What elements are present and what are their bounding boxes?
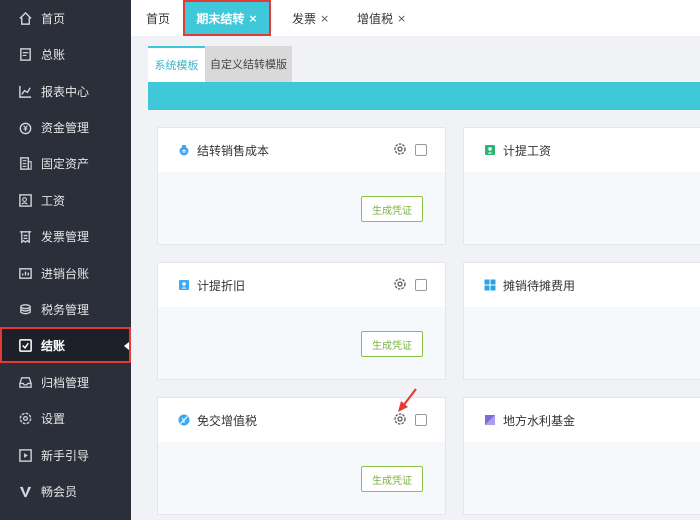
sidebar-item-label: 进销台账 bbox=[41, 266, 90, 281]
sidebar-item-label: 资金管理 bbox=[41, 120, 90, 135]
sidebar-item-funds[interactable]: 资金管理 bbox=[0, 109, 131, 145]
cost-icon bbox=[178, 144, 190, 156]
sidebar-item-archive[interactable]: 归档管理 bbox=[0, 364, 131, 400]
close-icon[interactable]: × bbox=[320, 12, 329, 25]
sidebar-item-reports[interactable]: 报表中心 bbox=[0, 73, 131, 109]
tab-label: 系统模板 bbox=[154, 59, 199, 72]
generate-voucher-button[interactable]: 生成凭证 bbox=[361, 466, 423, 492]
gear-icon[interactable] bbox=[393, 142, 407, 156]
sidebar-item-label: 发票管理 bbox=[41, 229, 90, 244]
generate-voucher-button[interactable]: 生成凭证 bbox=[361, 196, 423, 222]
card-title: 免交增值税 bbox=[197, 413, 258, 428]
sidebar-item-tax[interactable]: 税务管理 bbox=[0, 291, 131, 327]
annotation-arrow-icon bbox=[398, 388, 417, 412]
sidebar-item-label: 新手引导 bbox=[41, 448, 90, 463]
closing-icon bbox=[17, 337, 33, 353]
home-icon bbox=[17, 10, 33, 26]
sidebar-item-vip[interactable]: 畅会员 bbox=[0, 473, 131, 509]
tab-home[interactable]: 首页 bbox=[146, 0, 170, 36]
tab-label: 发票 bbox=[292, 11, 317, 26]
archive-icon bbox=[17, 374, 33, 390]
tab-system-template[interactable]: 系统模板 bbox=[148, 46, 205, 82]
card-title: 摊销待摊费用 bbox=[503, 278, 576, 293]
salary-icon bbox=[17, 192, 33, 208]
sidebar-item-closing[interactable]: 结账 bbox=[0, 327, 131, 363]
tab-vat[interactable]: 增值税 × bbox=[357, 0, 406, 36]
sidebar-item-salary[interactable]: 工资 bbox=[0, 182, 131, 218]
card-water-fund: 地方水利基金 bbox=[463, 397, 700, 515]
register-icon bbox=[17, 265, 33, 281]
sidebar-item-purchase-sales[interactable]: 进销台账 bbox=[0, 255, 131, 291]
active-caret-icon bbox=[124, 342, 129, 350]
select-checkbox[interactable] bbox=[415, 279, 427, 291]
card-accrued-salary: 计提工资 bbox=[463, 127, 700, 245]
sidebar-item-label: 税务管理 bbox=[41, 302, 90, 317]
sidebar: 首页 总账 报表中心 资金管理 固定资产 工资 发票管理 进销台账 税务管理 结… bbox=[0, 0, 131, 520]
tab-period-end[interactable]: 期末结转 × bbox=[183, 0, 271, 36]
generate-voucher-button[interactable]: 生成凭证 bbox=[361, 331, 423, 357]
sidebar-item-home[interactable]: 首页 bbox=[0, 0, 131, 36]
tab-label: 自定义结转模版 bbox=[210, 58, 287, 71]
sidebar-item-label: 固定资产 bbox=[41, 156, 90, 171]
tab-custom-template[interactable]: 自定义结转模版 bbox=[205, 46, 292, 82]
card-title: 地方水利基金 bbox=[503, 413, 576, 428]
card-title: 计提折旧 bbox=[197, 278, 246, 293]
play-icon bbox=[17, 447, 33, 463]
close-icon[interactable]: × bbox=[248, 12, 257, 25]
chart-icon bbox=[17, 83, 33, 99]
tax-icon bbox=[17, 301, 33, 317]
sidebar-item-label: 工资 bbox=[41, 193, 66, 208]
tab-label: 首页 bbox=[146, 11, 171, 26]
ledger-icon bbox=[17, 46, 33, 62]
sidebar-item-label: 结账 bbox=[41, 338, 66, 353]
salary-icon bbox=[484, 144, 496, 156]
grid-icon bbox=[484, 279, 496, 291]
close-icon[interactable]: × bbox=[397, 12, 406, 25]
sidebar-item-label: 总账 bbox=[41, 47, 66, 62]
sidebar-item-invoice-mgmt[interactable]: 发票管理 bbox=[0, 218, 131, 254]
template-banner bbox=[148, 82, 700, 110]
sidebar-item-label: 归档管理 bbox=[41, 375, 90, 390]
gear-icon bbox=[17, 410, 33, 426]
select-checkbox[interactable] bbox=[415, 144, 427, 156]
vip-icon bbox=[17, 483, 33, 499]
sidebar-item-fixed-assets[interactable]: 固定资产 bbox=[0, 145, 131, 181]
card-amortization: 摊销待摊费用 bbox=[463, 262, 700, 380]
sidebar-item-ledger[interactable]: 总账 bbox=[0, 36, 131, 72]
card-title: 结转销售成本 bbox=[197, 143, 270, 158]
card-title: 计提工资 bbox=[503, 143, 552, 158]
invoice-icon bbox=[17, 228, 33, 244]
sidebar-item-settings[interactable]: 设置 bbox=[0, 400, 131, 436]
sidebar-item-label: 报表中心 bbox=[41, 84, 90, 99]
exempt-icon bbox=[178, 414, 190, 426]
sidebar-item-label: 设置 bbox=[41, 411, 66, 426]
money-icon bbox=[17, 119, 33, 135]
depreciation-icon bbox=[178, 279, 190, 291]
sidebar-item-label: 首页 bbox=[41, 11, 66, 26]
top-tab-bar: 首页 期末结转 × 发票 × 增值税 × bbox=[131, 0, 700, 36]
gear-icon[interactable] bbox=[393, 277, 407, 291]
water-fund-icon bbox=[484, 414, 496, 426]
tab-label: 增值税 bbox=[357, 11, 394, 26]
sidebar-item-guide[interactable]: 新手引导 bbox=[0, 437, 131, 473]
card-depreciation: 计提折旧 生成凭证 bbox=[157, 262, 446, 380]
tab-invoice[interactable]: 发票 × bbox=[292, 0, 329, 36]
card-sales-cost: 结转销售成本 生成凭证 bbox=[157, 127, 446, 245]
tab-label: 期末结转 bbox=[196, 11, 245, 26]
sidebar-item-label: 畅会员 bbox=[41, 484, 78, 499]
building-icon bbox=[17, 155, 33, 171]
